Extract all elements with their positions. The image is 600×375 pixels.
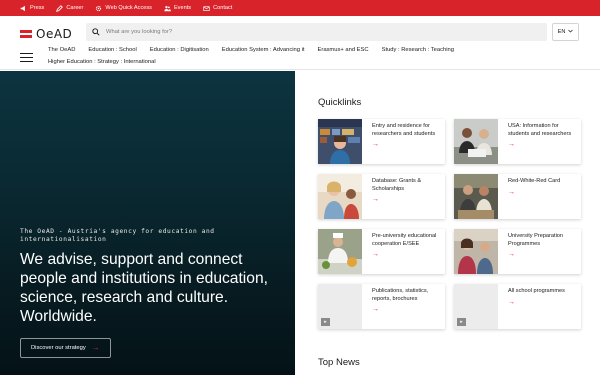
card-image-placeholder: ▸ bbox=[318, 284, 362, 329]
nav-item-education-school[interactable]: Education : School bbox=[88, 46, 136, 55]
card-label: Database: Grants & Scholarships bbox=[372, 178, 422, 192]
quicklinks-grid: Entry and residence for researchers and … bbox=[318, 119, 581, 329]
people-icon bbox=[164, 5, 171, 12]
press-label: Press bbox=[30, 5, 45, 11]
quicklink-card-usa[interactable]: USA: Information for students and resear… bbox=[454, 119, 581, 164]
card-image-students-studying bbox=[454, 119, 498, 164]
nav-item-higher-education[interactable]: Higher Education : Strategy : Internatio… bbox=[48, 58, 156, 67]
discover-strategy-label: Discover our strategy bbox=[31, 345, 86, 351]
quicklink-card-pre-university[interactable]: Pre-university educational cooperation E… bbox=[318, 229, 445, 274]
nav-item-study-research-teaching[interactable]: Study : Research : Teaching bbox=[382, 46, 454, 55]
oead-logo[interactable]: OeAD bbox=[20, 27, 72, 41]
card-image-library bbox=[318, 119, 362, 164]
hero-subtitle: The OeAD - Austria's agency for educatio… bbox=[20, 228, 215, 243]
press-link[interactable]: Press bbox=[20, 5, 44, 12]
quicklink-card-red-white-red[interactable]: Red-White-Red Card → bbox=[454, 174, 581, 219]
nav-item-erasmus-esc[interactable]: Erasmus+ and ESC bbox=[318, 46, 369, 55]
search-icon bbox=[92, 23, 100, 41]
nav-item-education-digitisation[interactable]: Education : Digitisation bbox=[150, 46, 209, 55]
career-link[interactable]: Career bbox=[56, 4, 84, 12]
quicklink-card-entry-residence[interactable]: Entry and residence for researchers and … bbox=[318, 119, 445, 164]
hero-section: The OeAD - Austria's agency for educatio… bbox=[0, 71, 295, 375]
card-label: All school programmes bbox=[508, 288, 565, 294]
utility-bar: Press Career Web Quick Access Events Con… bbox=[0, 0, 600, 16]
main-nav: The OeAD Education : School Education : … bbox=[48, 46, 568, 67]
nav-item-education-system[interactable]: Education System : Advancing it bbox=[222, 46, 305, 55]
card-label: USA: Information for students and resear… bbox=[508, 123, 572, 137]
web-quick-access-label: Web Quick Access bbox=[105, 5, 152, 11]
card-image-placeholder: ▸ bbox=[454, 284, 498, 329]
career-label: Career bbox=[66, 5, 84, 11]
logo-text: OeAD bbox=[36, 27, 73, 41]
card-label: Publications, statistics, reports, broch… bbox=[372, 288, 429, 302]
site-header: OeAD EN The OeAD Education : School Educ… bbox=[0, 16, 600, 70]
arrow-right-icon: → bbox=[372, 306, 379, 313]
quicklink-card-school-programmes[interactable]: ▸ All school programmes → bbox=[454, 284, 581, 329]
language-value: EN bbox=[557, 29, 566, 35]
events-link[interactable]: Events bbox=[164, 5, 191, 12]
events-label: Events bbox=[173, 5, 192, 11]
arrow-right-icon: → bbox=[508, 251, 515, 258]
quicklink-card-university-preparation[interactable]: University Preparation Programmes → bbox=[454, 229, 581, 274]
quicklink-card-publications[interactable]: ▸ Publications, statistics, reports, bro… bbox=[318, 284, 445, 329]
card-image-smiling-students bbox=[318, 174, 362, 219]
card-image-chef-cooking bbox=[318, 229, 362, 274]
card-label: University Preparation Programmes bbox=[508, 233, 564, 247]
nav-item-the-oead[interactable]: The OeAD bbox=[48, 46, 75, 55]
chevron-down-icon bbox=[568, 29, 574, 35]
image-placeholder-icon: ▸ bbox=[321, 318, 330, 326]
card-image-students-group bbox=[454, 229, 498, 274]
top-news-heading: Top News bbox=[318, 357, 360, 368]
card-label: Red-White-Red Card bbox=[508, 178, 561, 184]
contact-label: Contact bbox=[213, 5, 233, 11]
arrow-right-icon: → bbox=[372, 251, 379, 258]
menu-icon[interactable] bbox=[20, 53, 33, 62]
search-input[interactable] bbox=[106, 29, 506, 35]
quicklinks-heading: Quicklinks bbox=[318, 97, 362, 108]
image-placeholder-icon: ▸ bbox=[457, 318, 466, 326]
arrow-right-icon: → bbox=[508, 298, 515, 306]
language-select[interactable]: EN bbox=[552, 23, 579, 41]
discover-strategy-button[interactable]: Discover our strategy → bbox=[20, 338, 111, 358]
card-label: Entry and residence for researchers and … bbox=[372, 123, 436, 137]
mail-icon bbox=[203, 5, 210, 12]
gear-icon bbox=[95, 5, 102, 12]
card-image-people-meeting bbox=[454, 174, 498, 219]
arrow-right-icon: → bbox=[508, 141, 515, 148]
austria-flag-icon bbox=[20, 30, 32, 39]
web-quick-access-link[interactable]: Web Quick Access bbox=[95, 5, 152, 12]
card-label: Pre-university educational cooperation E… bbox=[372, 233, 437, 247]
contact-link[interactable]: Contact bbox=[203, 5, 232, 12]
arrow-right-icon: → bbox=[508, 188, 515, 196]
pencil-icon bbox=[56, 4, 64, 12]
arrow-right-icon: → bbox=[372, 141, 379, 148]
search-bar[interactable] bbox=[86, 23, 547, 41]
hero-title: We advise, support and connect people an… bbox=[20, 251, 268, 325]
megaphone-icon bbox=[20, 5, 27, 12]
arrow-right-icon: → bbox=[372, 196, 379, 203]
arrow-right-icon: → bbox=[91, 343, 100, 352]
quicklink-card-grants-database[interactable]: Database: Grants & Scholarships → bbox=[318, 174, 445, 219]
